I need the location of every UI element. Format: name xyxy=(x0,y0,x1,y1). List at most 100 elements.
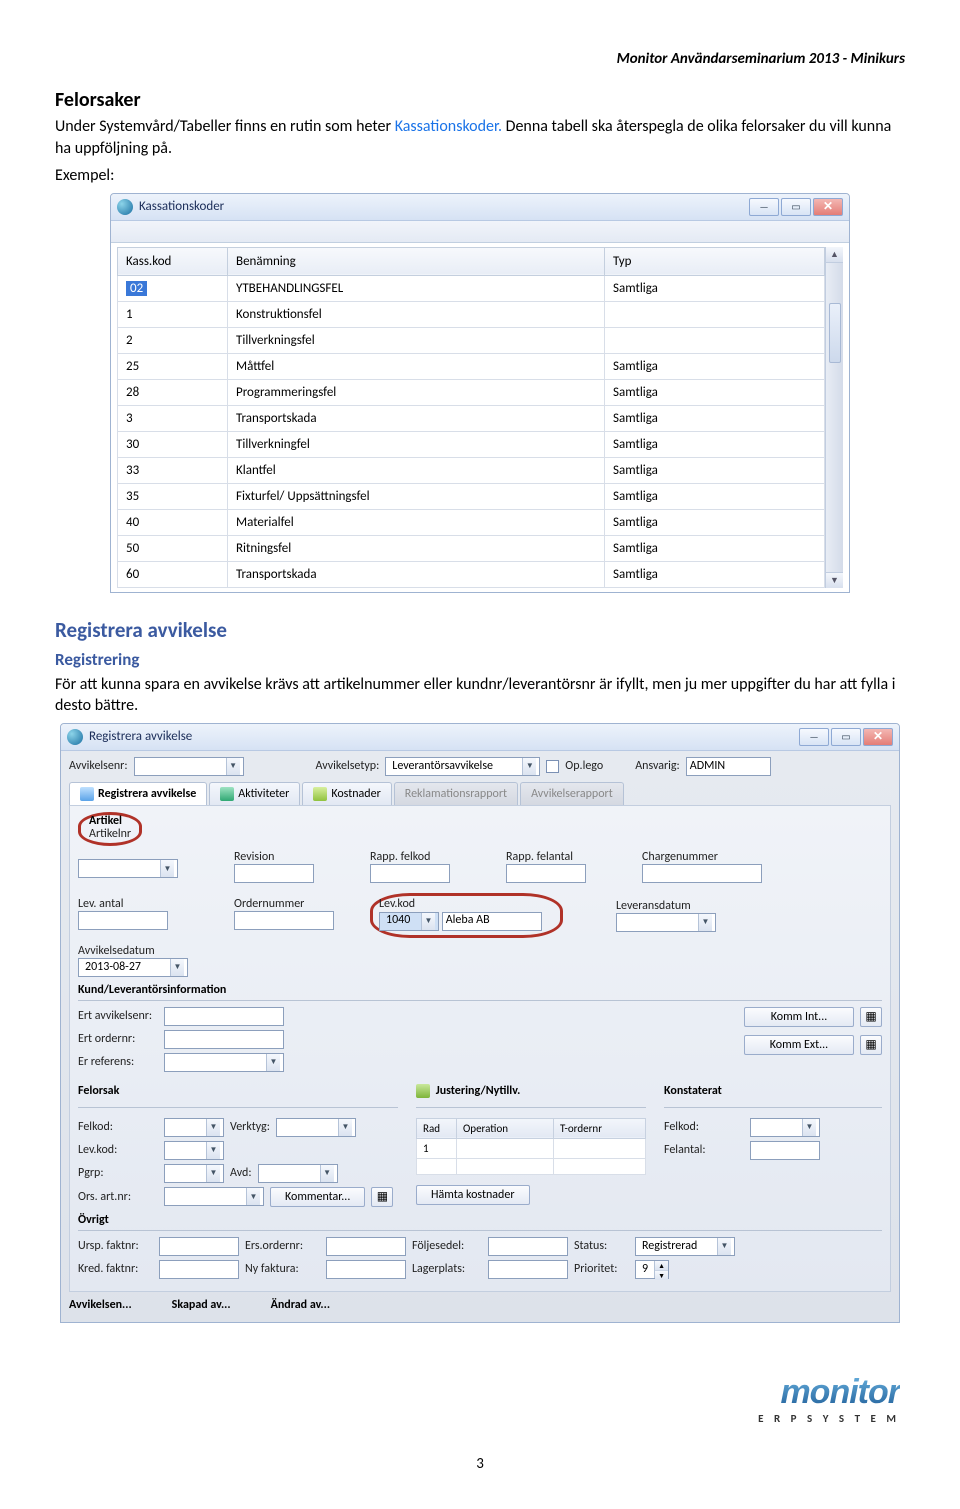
cell[interactable]: 35 xyxy=(118,483,228,509)
kred-faktnr-input[interactable] xyxy=(159,1260,239,1279)
hamta-kostnader-button[interactable]: Hämta kostnader xyxy=(416,1185,530,1205)
cell[interactable] xyxy=(605,327,825,353)
cell[interactable]: 1 xyxy=(118,301,228,327)
rapp-felkod-input[interactable] xyxy=(370,864,450,883)
cell[interactable]: 50 xyxy=(118,535,228,561)
avvikelsetyp-combo[interactable]: Leverantörsavvikelse ▼ xyxy=(385,757,540,776)
rapp-felantal-input[interactable] xyxy=(506,864,586,883)
table-row[interactable]: 1Konstruktionsfel xyxy=(118,301,825,327)
er-referens-combo[interactable]: ▼ xyxy=(164,1053,284,1072)
prioritet-spin[interactable]: 9 ▲▼ xyxy=(635,1260,669,1279)
felantal-input[interactable] xyxy=(750,1141,820,1160)
table-row[interactable]: 40MaterialfelSamtliga xyxy=(118,509,825,535)
cell[interactable]: 30 xyxy=(118,431,228,457)
table-row[interactable]: 30TillverkningfelSamtliga xyxy=(118,431,825,457)
table-row[interactable]: 50RitningsfelSamtliga xyxy=(118,535,825,561)
ert-avvikelsenr-input[interactable] xyxy=(164,1007,284,1026)
minimize-button[interactable]: — xyxy=(799,728,829,746)
cell[interactable]: 25 xyxy=(118,353,228,379)
ors-artnr-combo[interactable]: ▼ xyxy=(164,1187,264,1206)
cell[interactable]: 40 xyxy=(118,509,228,535)
minimize-button[interactable]: — xyxy=(749,198,779,216)
chargenummer-input[interactable] xyxy=(642,864,762,883)
avvikelsenr-combo[interactable]: ▼ xyxy=(134,757,244,776)
leveransdatum-combo[interactable]: ▼ xyxy=(616,913,716,932)
scrollbar[interactable]: ▲ ▼ xyxy=(825,247,843,588)
cell[interactable]: Samtliga xyxy=(605,353,825,379)
pgrp-combo[interactable]: ▼ xyxy=(164,1164,224,1183)
table-row[interactable]: 02YTBEHANDLINGSFELSamtliga xyxy=(118,275,825,301)
table-row[interactable]: 33KlantfelSamtliga xyxy=(118,457,825,483)
revision-input[interactable] xyxy=(234,864,314,883)
kommentar-button[interactable]: Kommentar... xyxy=(270,1187,365,1207)
komm-ext-note-button[interactable]: ▦ xyxy=(860,1035,882,1055)
justering-table[interactable]: Rad Operation T-ordernr 1 xyxy=(416,1118,646,1175)
cell[interactable]: Transportskada xyxy=(228,405,605,431)
cell[interactable]: Samtliga xyxy=(605,561,825,587)
table-row[interactable]: 35Fixturfel/ UppsättningsfelSamtliga xyxy=(118,483,825,509)
cell[interactable]: 28 xyxy=(118,379,228,405)
tab-aktiviteter[interactable]: Aktiviteter xyxy=(209,782,300,805)
komm-ext-button[interactable]: Komm Ext... xyxy=(744,1035,854,1055)
lev-kod-combo[interactable]: 1040 ▼ xyxy=(379,912,439,931)
table-row[interactable]: 2Tillverkningsfel xyxy=(118,327,825,353)
status-combo[interactable]: Registrerad▼ xyxy=(635,1237,735,1256)
ert-ordernr-input[interactable] xyxy=(164,1030,284,1049)
cell[interactable]: Samtliga xyxy=(605,379,825,405)
col-benamning[interactable]: Benämning xyxy=(228,247,605,275)
ny-faktura-input[interactable] xyxy=(326,1260,406,1279)
maximize-button[interactable]: ▭ xyxy=(781,198,811,216)
verktyg-combo[interactable]: ▼ xyxy=(276,1118,356,1137)
cell[interactable]: Samtliga xyxy=(605,483,825,509)
cell[interactable]: 60 xyxy=(118,561,228,587)
footer-andrad-av[interactable]: Ändrad av... xyxy=(271,1298,330,1312)
ansvarig-input[interactable]: ADMIN xyxy=(686,757,771,776)
cell[interactable]: Samtliga xyxy=(605,535,825,561)
cell[interactable]: Ritningsfel xyxy=(228,535,605,561)
col-typ[interactable]: Typ xyxy=(605,247,825,275)
footer-avvikelsen[interactable]: Avvikelsen... xyxy=(69,1298,132,1312)
levkod-combo[interactable]: ▼ xyxy=(164,1141,224,1160)
maximize-button[interactable]: ▭ xyxy=(831,728,861,746)
tab-registrera-avvikelse[interactable]: Registrera avvikelse xyxy=(69,782,207,805)
cell[interactable]: Materialfel xyxy=(228,509,605,535)
cell[interactable]: 2 xyxy=(118,327,228,353)
close-button[interactable]: ✕ xyxy=(813,198,843,216)
cell[interactable]: Måttfel xyxy=(228,353,605,379)
cell[interactable]: Konstruktionsfel xyxy=(228,301,605,327)
artikelnr-combo[interactable]: ▼ xyxy=(78,859,178,878)
cell[interactable]: Fixturfel/ Uppsättningsfel xyxy=(228,483,605,509)
close-button[interactable]: ✕ xyxy=(863,728,893,746)
cell[interactable]: Transportskada xyxy=(228,561,605,587)
cell[interactable]: YTBEHANDLINGSFEL xyxy=(228,275,605,301)
ordernummer-input[interactable] xyxy=(234,911,334,930)
cell-rad[interactable]: 1 xyxy=(417,1138,457,1158)
table-row[interactable]: 3TransportskadaSamtliga xyxy=(118,405,825,431)
tab-kostnader[interactable]: Kostnader xyxy=(302,782,391,805)
cell[interactable]: Samtliga xyxy=(605,509,825,535)
foljesedel-input[interactable] xyxy=(488,1237,568,1256)
cell[interactable]: 33 xyxy=(118,457,228,483)
table-row[interactable]: 28ProgrammeringsfelSamtliga xyxy=(118,379,825,405)
cell[interactable]: Samtliga xyxy=(605,457,825,483)
spin-up-icon[interactable]: ▲ xyxy=(655,1261,668,1271)
cell-operation[interactable] xyxy=(457,1138,554,1158)
table-row[interactable]: 60TransportskadaSamtliga xyxy=(118,561,825,587)
felkod-combo[interactable]: ▼ xyxy=(164,1118,224,1137)
cell[interactable]: Programmeringsfel xyxy=(228,379,605,405)
cell[interactable]: Klantfel xyxy=(228,457,605,483)
ers-ordernr-input[interactable] xyxy=(326,1237,406,1256)
kommentar-note-button[interactable]: ▦ xyxy=(371,1187,393,1207)
oplego-checkbox[interactable] xyxy=(546,760,559,773)
komm-int-note-button[interactable]: ▦ xyxy=(860,1007,882,1027)
cell-tordernr[interactable] xyxy=(553,1138,645,1158)
avd-combo[interactable]: ▼ xyxy=(258,1164,338,1183)
cell[interactable] xyxy=(605,301,825,327)
footer-skapad-av[interactable]: Skapad av... xyxy=(172,1298,231,1312)
kassationskoder-table[interactable]: Kass.kod Benämning Typ 02YTBEHANDLINGSFE… xyxy=(117,247,825,588)
komm-int-button[interactable]: Komm Int... xyxy=(744,1007,854,1027)
scroll-up-icon[interactable]: ▲ xyxy=(826,247,843,263)
avvikelsedatum-combo[interactable]: 2013-08-27 ▼ xyxy=(78,958,188,977)
cell[interactable]: Samtliga xyxy=(605,275,825,301)
cell[interactable]: Tillverkningsfel xyxy=(228,327,605,353)
